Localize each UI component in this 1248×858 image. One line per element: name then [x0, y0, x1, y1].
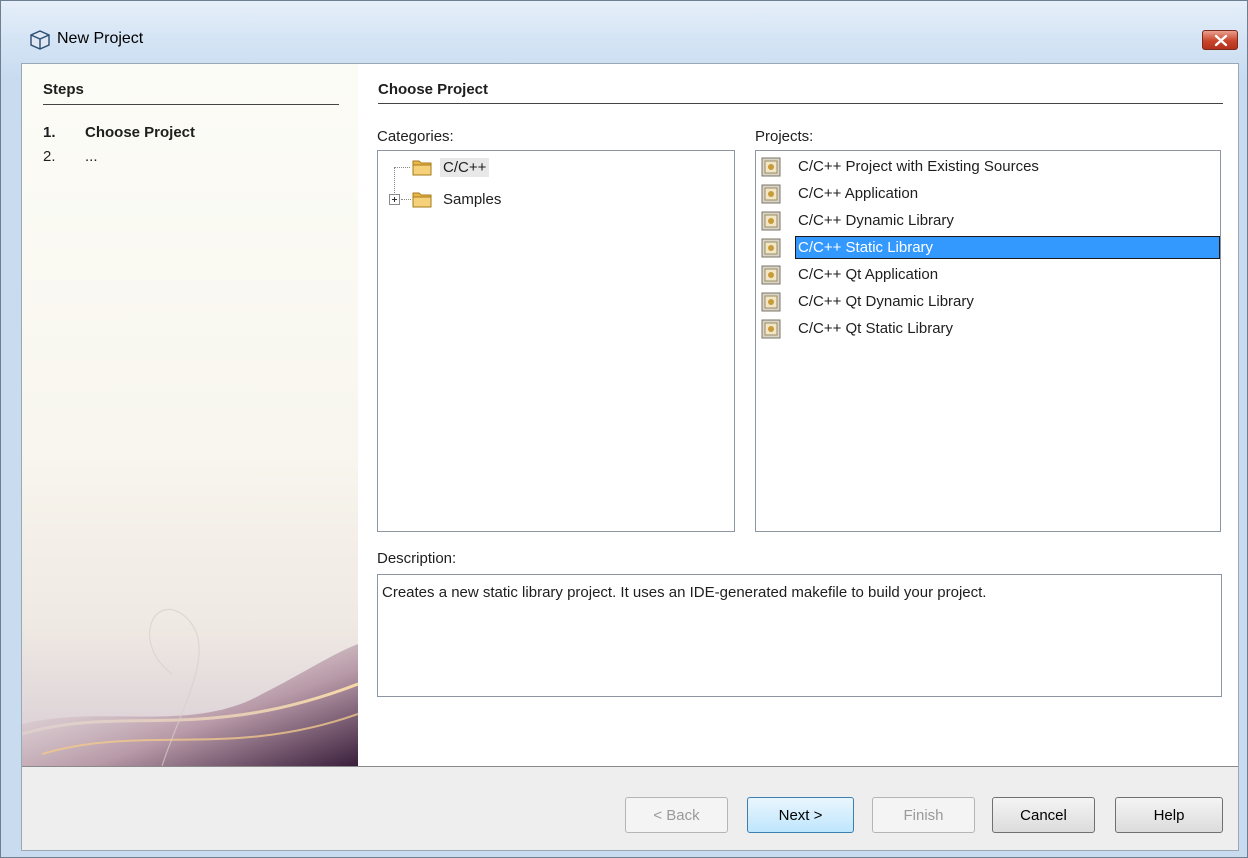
close-icon	[1214, 34, 1228, 47]
project-template-icon	[761, 184, 781, 203]
back-button[interactable]: < Back	[625, 797, 728, 833]
help-button[interactable]: Help	[1115, 797, 1223, 833]
project-template-icon	[761, 211, 781, 230]
project-label: C/C++ Dynamic Library	[798, 212, 954, 229]
project-template-icon	[761, 292, 781, 311]
project-template-icon	[761, 265, 781, 284]
description-box: Creates a new static library project. It…	[377, 574, 1222, 697]
decorative-swirl-image	[22, 608, 358, 766]
category-item-samples[interactable]: Samples	[412, 187, 504, 211]
list-item[interactable]: C/C++ Application	[757, 180, 1220, 207]
project-label: C/C++ Qt Static Library	[798, 320, 954, 337]
dialog-body: Steps 1. Choose Project 2.... Choose Proj…	[21, 63, 1239, 851]
project-label: C/C++ Project with Existing Sources	[798, 158, 1039, 175]
next-button[interactable]: Next >	[747, 797, 854, 833]
title-divider	[378, 103, 1223, 104]
step-number: 1.	[43, 124, 56, 141]
categories-label: Categories:	[377, 128, 454, 145]
folder-icon	[412, 192, 432, 208]
tree-connector	[401, 199, 411, 200]
steps-heading: Steps	[43, 81, 84, 98]
list-item-selected[interactable]: C/C++ Static Library	[757, 234, 1220, 261]
project-template-icon	[761, 157, 781, 176]
list-item[interactable]: C/C++ Qt Dynamic Library	[757, 288, 1220, 315]
list-item[interactable]: C/C++ Project with Existing Sources	[757, 153, 1220, 180]
steps-panel: Steps 1. Choose Project 2....	[22, 64, 358, 766]
project-template-icon	[761, 238, 781, 257]
steps-divider	[43, 104, 339, 105]
project-label: C/C++ Application	[798, 185, 919, 202]
list-item[interactable]: C/C++ Dynamic Library	[757, 207, 1220, 234]
projects-list[interactable]: C/C++ Project with Existing Sources C/C+…	[755, 150, 1221, 532]
category-label: Samples	[443, 190, 502, 208]
window-title: New Project	[57, 30, 144, 47]
project-label: C/C++ Static Library	[795, 236, 1220, 259]
folder-icon	[412, 160, 432, 176]
cube-icon	[30, 30, 50, 50]
close-button[interactable]	[1202, 30, 1238, 50]
project-label: C/C++ Qt Dynamic Library	[798, 293, 974, 310]
projects-label: Projects:	[755, 128, 814, 145]
category-item-cpp[interactable]: C/C++	[412, 155, 490, 179]
step-label: Choose Project	[85, 124, 196, 141]
project-label: C/C++ Qt Application	[798, 266, 939, 283]
step-item-next: 2....	[43, 148, 98, 165]
step-label: ...	[85, 148, 98, 165]
list-item[interactable]: C/C++ Qt Application	[757, 261, 1220, 288]
step-item-choose-project: 1. Choose Project	[43, 124, 195, 141]
finish-button[interactable]: Finish	[872, 797, 975, 833]
tree-connector	[394, 167, 410, 168]
page-title: Choose Project	[378, 81, 489, 98]
categories-tree[interactable]: C/C++ Samples	[377, 150, 735, 532]
list-item[interactable]: C/C++ Qt Static Library	[757, 315, 1220, 342]
cancel-button[interactable]: Cancel	[992, 797, 1095, 833]
step-number: 2.	[43, 148, 56, 165]
plus-expander-icon[interactable]	[389, 194, 400, 205]
description-label: Description:	[377, 550, 457, 567]
new-project-dialog: New Project Steps 1. Choose Project 2. .…	[0, 0, 1248, 858]
category-label: C/C++	[440, 157, 490, 177]
project-template-icon	[761, 319, 781, 338]
description-text: Creates a new static library project. It…	[382, 584, 987, 601]
